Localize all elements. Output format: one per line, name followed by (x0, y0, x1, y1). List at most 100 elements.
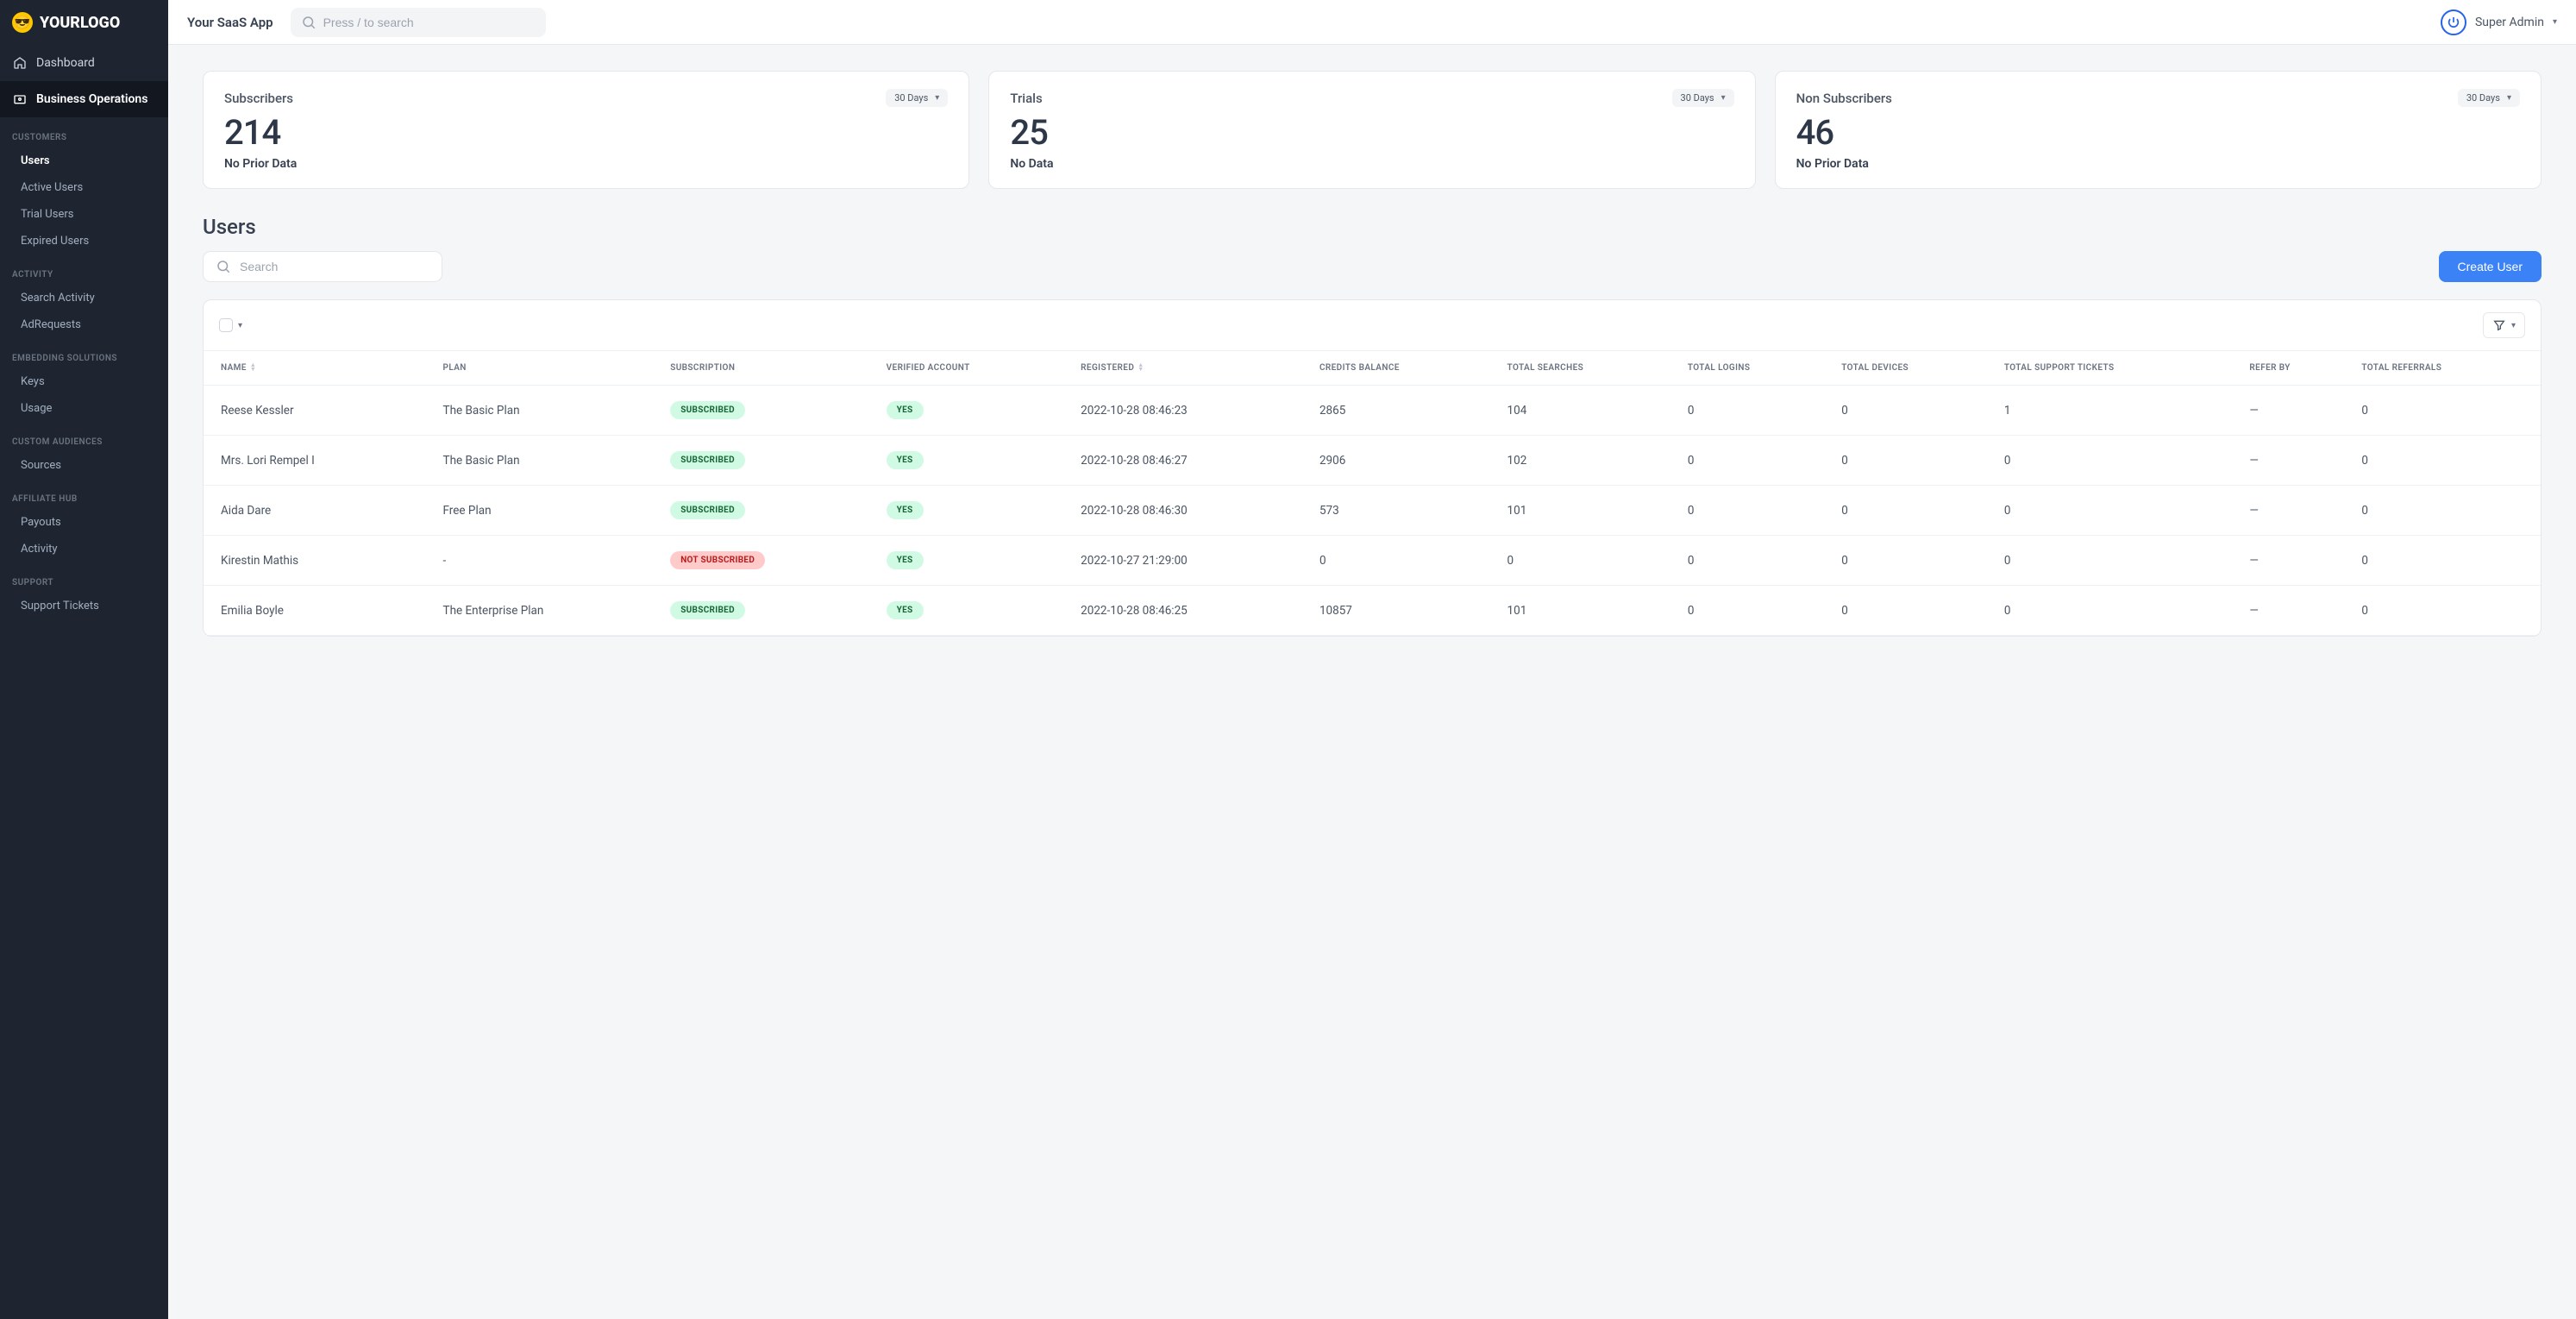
cell-credits: 2906 (1311, 436, 1499, 486)
column-header[interactable]: CREDITS BALANCE (1311, 351, 1499, 386)
sidebar-link[interactable]: Expired Users (0, 228, 168, 254)
users-search-input[interactable] (240, 260, 429, 273)
table-row[interactable]: Emilia Boyle The Enterprise Plan SUBSCRI… (204, 586, 2541, 636)
column-header[interactable]: TOTAL REFERRALS (2353, 351, 2541, 386)
cell-logins: 0 (1679, 436, 1833, 486)
column-header[interactable]: SUBSCRIPTION (661, 351, 877, 386)
table-row[interactable]: Kirestin Mathis - NOT SUBSCRIBED YES 202… (204, 536, 2541, 586)
cell-devices: 0 (1833, 436, 1996, 486)
stat-title: Trials (1010, 91, 1042, 106)
cell-name: Mrs. Lori Rempel I (204, 436, 435, 486)
table-row[interactable]: Aida Dare Free Plan SUBSCRIBED YES 2022-… (204, 486, 2541, 536)
cell-credits: 573 (1311, 486, 1499, 536)
stat-subtext: No Data (1010, 157, 1733, 171)
cell-subscription: NOT SUBSCRIBED (661, 536, 877, 586)
chevron-down-icon: ▾ (2507, 93, 2511, 103)
cell-devices: 0 (1833, 386, 1996, 436)
power-icon (2441, 9, 2466, 35)
cell-plan: The Enterprise Plan (435, 586, 662, 636)
cell-searches: 104 (1499, 386, 1679, 436)
subscription-badge: SUBSCRIBED (670, 501, 745, 519)
table-row[interactable]: Mrs. Lori Rempel I The Basic Plan SUBSCR… (204, 436, 2541, 486)
cell-tickets: 0 (1996, 536, 2241, 586)
cell-devices: 0 (1833, 486, 1996, 536)
sidebar-section-heading: AFFILIATE HUB (0, 479, 168, 509)
column-header[interactable]: REFER BY (2241, 351, 2353, 386)
sidebar-link[interactable]: Usage (0, 395, 168, 422)
cell-searches: 101 (1499, 486, 1679, 536)
sidebar-link[interactable]: Sources (0, 452, 168, 479)
brand: 😎 YOURLOGO (0, 0, 168, 45)
cell-name: Kirestin Mathis (204, 536, 435, 586)
verified-badge: YES (887, 551, 924, 569)
table-row[interactable]: Reese Kessler The Basic Plan SUBSCRIBED … (204, 386, 2541, 436)
sidebar-link[interactable]: Activity (0, 536, 168, 562)
sidebar-item-label: Dashboard (36, 56, 95, 70)
sidebar-link[interactable]: Search Activity (0, 285, 168, 311)
select-all-checkbox[interactable] (219, 318, 233, 332)
sidebar-link[interactable]: AdRequests (0, 311, 168, 338)
cell-tickets: 1 (1996, 386, 2241, 436)
cell-credits: 0 (1311, 536, 1499, 586)
filter-icon (2492, 318, 2506, 332)
cell-verified: YES (878, 586, 1073, 636)
stat-title: Non Subscribers (1796, 91, 1892, 106)
sidebar: 😎 YOURLOGO Dashboard Business Operations… (0, 0, 168, 1319)
cell-tickets: 0 (1996, 586, 2241, 636)
sidebar-item-dashboard[interactable]: Dashboard (0, 45, 168, 81)
sidebar-link[interactable]: Keys (0, 368, 168, 395)
column-header[interactable]: TOTAL LOGINS (1679, 351, 1833, 386)
chevron-down-icon: ▾ (2511, 321, 2516, 330)
period-label: 30 Days (894, 92, 928, 104)
sidebar-section-heading: SUPPORT (0, 562, 168, 593)
cell-plan: The Basic Plan (435, 386, 662, 436)
cell-plan: Free Plan (435, 486, 662, 536)
sort-icon: ▲▼ (250, 363, 256, 372)
sidebar-item-label: Business Operations (36, 92, 147, 106)
column-header[interactable]: TOTAL SUPPORT TICKETS (1996, 351, 2241, 386)
stat-card: Non Subscribers 30 Days ▾ 46 No Prior Da… (1775, 71, 2542, 189)
section-title: Users (203, 215, 2542, 239)
sidebar-link[interactable]: Active Users (0, 174, 168, 201)
chevron-down-icon: ▾ (935, 93, 939, 103)
period-select[interactable]: 30 Days ▾ (886, 89, 948, 107)
period-select[interactable]: 30 Days ▾ (1672, 89, 1734, 107)
filter-button[interactable]: ▾ (2483, 312, 2525, 338)
search-input[interactable] (323, 16, 536, 29)
cell-referrals: 0 (2353, 386, 2541, 436)
sidebar-section-heading: ACTIVITY (0, 254, 168, 285)
period-select[interactable]: 30 Days ▾ (2458, 89, 2520, 107)
verified-badge: YES (887, 451, 924, 469)
cell-registered: 2022-10-27 21:29:00 (1072, 536, 1311, 586)
sidebar-link[interactable]: Trial Users (0, 201, 168, 228)
global-search[interactable] (291, 8, 546, 37)
sidebar-link[interactable]: Users (0, 148, 168, 174)
subscription-badge: NOT SUBSCRIBED (670, 551, 765, 569)
users-search[interactable] (203, 251, 442, 282)
cell-verified: YES (878, 386, 1073, 436)
cell-registered: 2022-10-28 08:46:30 (1072, 486, 1311, 536)
cell-logins: 0 (1679, 536, 1833, 586)
cell-name: Reese Kessler (204, 386, 435, 436)
logo-icon: 😎 (12, 12, 33, 33)
column-header[interactable]: TOTAL DEVICES (1833, 351, 1996, 386)
search-icon (301, 15, 317, 30)
user-menu[interactable]: Super Admin ▾ (2441, 9, 2557, 35)
sidebar-link[interactable]: Support Tickets (0, 593, 168, 619)
column-header[interactable]: REGISTERED▲▼ (1072, 351, 1311, 386)
cell-verified: YES (878, 436, 1073, 486)
chevron-down-icon: ▾ (2553, 17, 2557, 27)
cell-credits: 10857 (1311, 586, 1499, 636)
verified-badge: YES (887, 501, 924, 519)
column-header[interactable]: PLAN (435, 351, 662, 386)
create-user-button[interactable]: Create User (2439, 251, 2542, 282)
business-icon (12, 91, 28, 107)
column-header[interactable]: VERIFIED ACCOUNT (878, 351, 1073, 386)
column-header[interactable]: TOTAL SEARCHES (1499, 351, 1679, 386)
sidebar-link[interactable]: Payouts (0, 509, 168, 536)
cell-refer: — (2241, 436, 2353, 486)
sidebar-item-business-operations[interactable]: Business Operations (0, 81, 168, 117)
column-header[interactable]: NAME▲▼ (204, 351, 435, 386)
period-label: 30 Days (2466, 92, 2500, 104)
chevron-down-icon[interactable]: ▾ (238, 321, 242, 330)
